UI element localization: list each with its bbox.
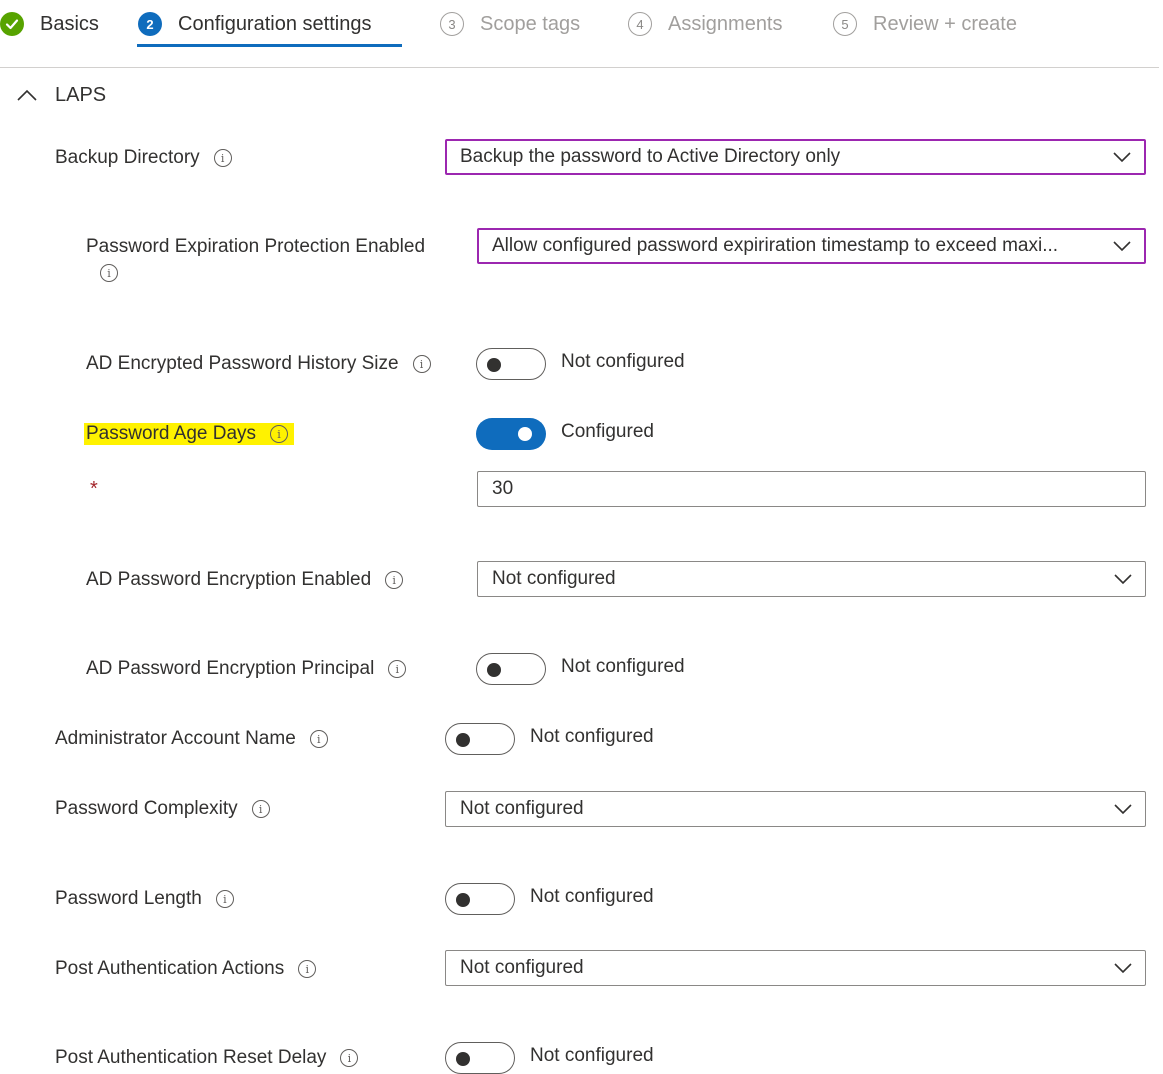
- toggle-knob: [456, 733, 470, 747]
- dropdown-value: Not configured: [492, 568, 616, 589]
- info-icon[interactable]: i: [385, 571, 404, 589]
- step-configuration-settings[interactable]: 2 Configuration settings: [138, 0, 371, 48]
- password-age-days-input[interactable]: 30: [477, 471, 1146, 507]
- post-authentication-actions-dropdown[interactable]: Not configured: [445, 950, 1146, 986]
- ad-password-encryption-principal-toggle[interactable]: [476, 653, 546, 685]
- setting-label-text: AD Password Encryption Principal: [86, 658, 375, 679]
- header-divider: [0, 67, 1159, 68]
- info-icon[interactable]: i: [213, 149, 232, 167]
- toggle-knob: [487, 358, 501, 372]
- post-authentication-actions-label: Post Authentication Actions i: [55, 956, 317, 982]
- password-length-label: Password Length i: [55, 886, 234, 912]
- setting-label-text: Post Authentication Reset Delay: [55, 1047, 327, 1068]
- ad-password-encryption-enabled-dropdown[interactable]: Not configured: [477, 561, 1146, 597]
- setting-label-text: Password Expiration Protection Enabled: [86, 236, 426, 257]
- toggle-status: Not configured: [530, 886, 654, 907]
- setting-label-text: Password Age Days: [86, 423, 257, 444]
- checkmark-icon: [0, 12, 24, 36]
- setting-label-text: Backup Directory: [55, 147, 200, 168]
- chevron-down-icon: [1113, 241, 1131, 252]
- ad-password-encryption-enabled-label: AD Password Encryption Enabled i: [86, 567, 404, 593]
- password-age-days-label: Password Age Days i: [84, 421, 295, 447]
- info-icon[interactable]: i: [215, 890, 234, 908]
- setting-label-text: Password Complexity: [55, 798, 238, 819]
- step-review-create[interactable]: 5 Review + create: [833, 0, 1017, 48]
- step-label: Review + create: [873, 12, 1017, 35]
- step-label: Configuration settings: [178, 12, 372, 35]
- info-icon[interactable]: i: [340, 1049, 359, 1067]
- step-label: Assignments: [668, 12, 783, 35]
- ad-encrypted-password-history-size-toggle[interactable]: [476, 348, 546, 380]
- dropdown-value: Allow configured password expiriration t…: [492, 235, 1059, 256]
- info-icon[interactable]: i: [251, 800, 270, 818]
- setting-label-text: Password Length: [55, 888, 202, 909]
- backup-directory-dropdown[interactable]: Backup the password to Active Directory …: [445, 139, 1146, 175]
- chevron-down-icon: [1114, 574, 1132, 585]
- password-complexity-label: Password Complexity i: [55, 796, 270, 822]
- input-value: 30: [492, 478, 514, 499]
- active-step-underline: [137, 44, 402, 47]
- ad-encrypted-password-history-size-label: AD Encrypted Password History Size i: [86, 351, 431, 377]
- info-icon[interactable]: i: [270, 425, 289, 443]
- step-number-badge: 5: [833, 12, 857, 36]
- password-expiration-protection-label: Password Expiration Protection Enabled: [86, 234, 425, 260]
- dropdown-value: Not configured: [460, 798, 584, 819]
- step-number-badge: 4: [628, 12, 652, 36]
- toggle-status: Not configured: [530, 1045, 654, 1066]
- password-expiration-protection-dropdown[interactable]: Allow configured password expiriration t…: [477, 228, 1146, 264]
- step-basics[interactable]: Basics: [0, 0, 99, 48]
- step-assignments[interactable]: 4 Assignments: [628, 0, 783, 48]
- info-icon[interactable]: i: [388, 660, 407, 678]
- info-icon[interactable]: i: [298, 960, 317, 978]
- required-asterisk: *: [90, 478, 98, 500]
- chevron-up-icon[interactable]: [16, 84, 38, 108]
- setting-label-text: AD Encrypted Password History Size: [86, 353, 399, 374]
- toggle-status: Not configured: [530, 726, 654, 747]
- chevron-down-icon: [1114, 804, 1132, 815]
- step-scope-tags[interactable]: 3 Scope tags: [440, 0, 580, 48]
- administrator-account-name-label: Administrator Account Name i: [55, 726, 328, 752]
- toggle-knob: [487, 663, 501, 677]
- post-authentication-reset-delay-label: Post Authentication Reset Delay i: [55, 1045, 359, 1071]
- toggle-knob: [518, 427, 532, 441]
- setting-label-text: Administrator Account Name: [55, 728, 296, 749]
- highlight-mark: Password Age Days i: [84, 423, 295, 445]
- password-complexity-dropdown[interactable]: Not configured: [445, 791, 1146, 827]
- info-icon[interactable]: i: [100, 264, 118, 282]
- setting-label-text: AD Password Encryption Enabled: [86, 569, 372, 590]
- setting-label-text: Post Authentication Actions: [55, 958, 285, 979]
- toggle-status: Not configured: [561, 656, 685, 677]
- step-label: Basics: [40, 12, 99, 35]
- info-icon[interactable]: i: [309, 730, 328, 748]
- step-number-badge: 2: [138, 12, 162, 36]
- step-number-badge: 3: [440, 12, 464, 36]
- step-label: Scope tags: [480, 12, 581, 35]
- chevron-down-icon: [1114, 963, 1132, 974]
- ad-password-encryption-principal-label: AD Password Encryption Principal i: [86, 656, 407, 682]
- toggle-status: Configured: [561, 421, 654, 442]
- administrator-account-name-toggle[interactable]: [445, 723, 515, 755]
- dropdown-value: Not configured: [460, 957, 584, 978]
- toggle-knob: [456, 893, 470, 907]
- section-title: LAPS: [55, 84, 107, 106]
- toggle-knob: [456, 1052, 470, 1066]
- toggle-status: Not configured: [561, 351, 685, 372]
- password-age-days-toggle[interactable]: [476, 418, 546, 450]
- chevron-down-icon: [1113, 152, 1131, 163]
- info-icon[interactable]: i: [412, 355, 431, 373]
- dropdown-value: Backup the password to Active Directory …: [460, 146, 841, 167]
- post-authentication-reset-delay-toggle[interactable]: [445, 1042, 515, 1074]
- backup-directory-label: Backup Directory i: [55, 145, 232, 171]
- password-length-toggle[interactable]: [445, 883, 515, 915]
